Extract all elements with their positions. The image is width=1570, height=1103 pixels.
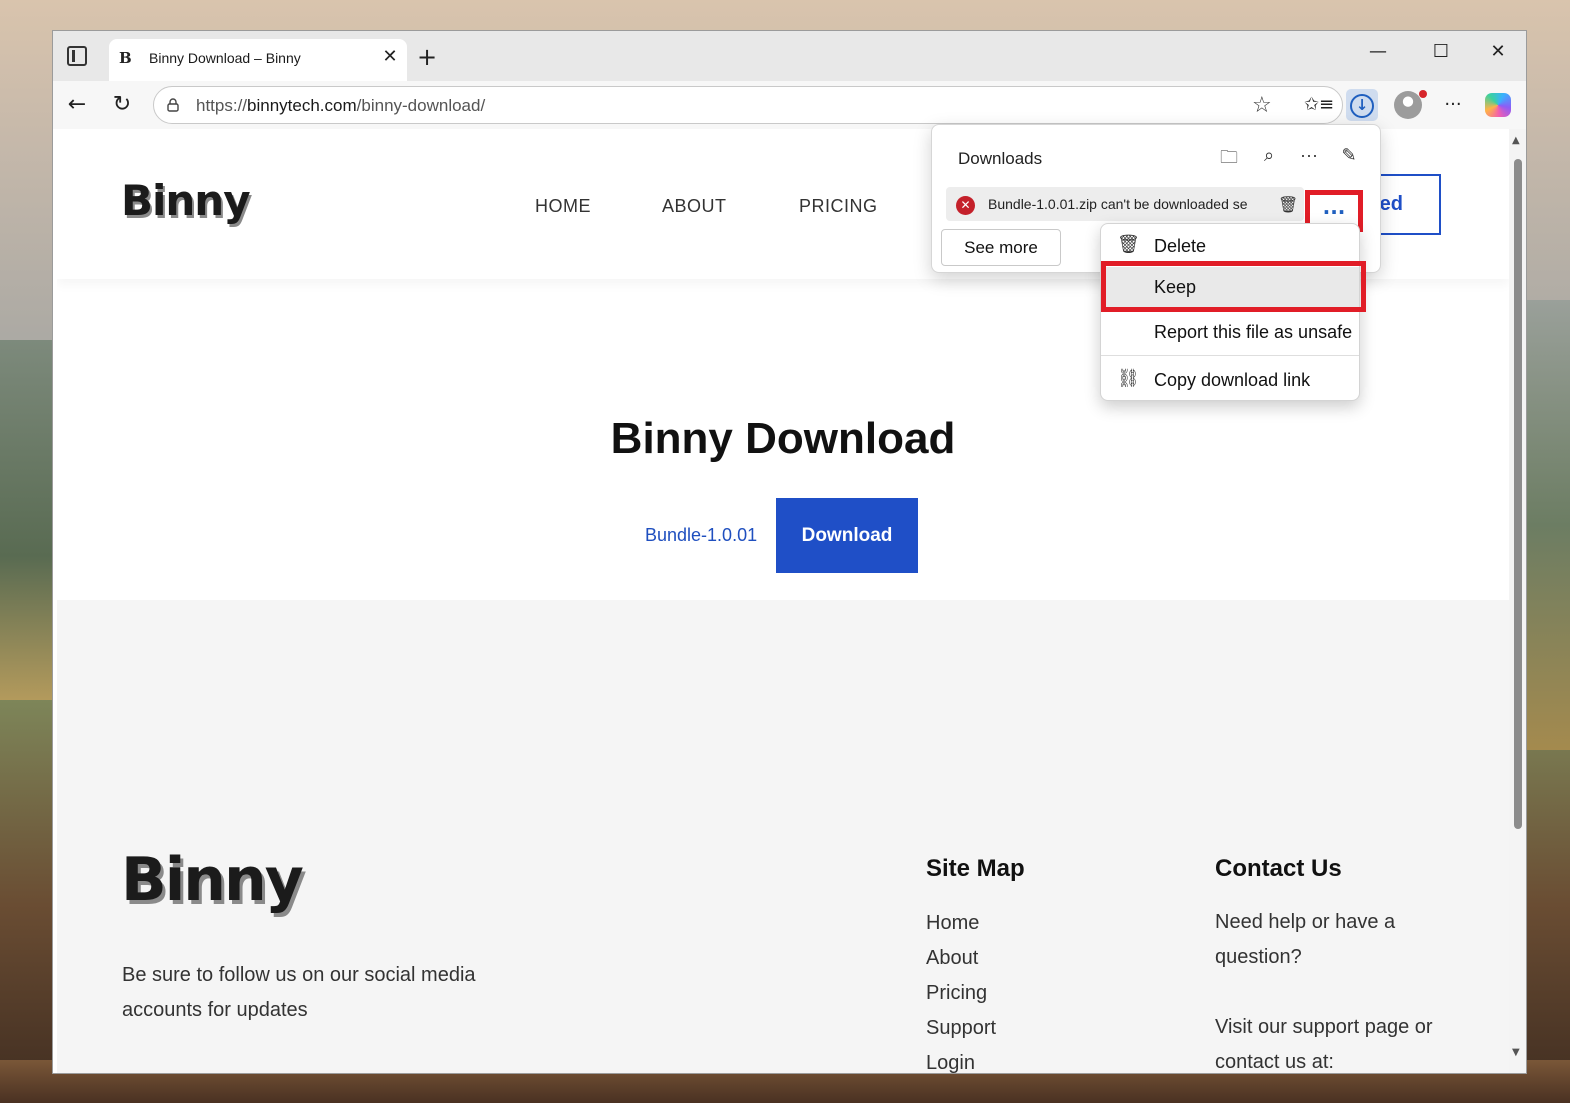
more-icon[interactable]: ··· xyxy=(1437,89,1469,121)
contact-heading: Contact Us xyxy=(1215,855,1342,882)
site-footer: Binny Be sure to follow us on our social… xyxy=(57,600,1509,1073)
footer-link-about[interactable]: About xyxy=(926,947,978,970)
bundle-link[interactable]: Bundle-1.0.01 xyxy=(645,525,757,546)
download-item-text: Bundle-1.0.01.zip can't be downloaded se xyxy=(988,196,1248,212)
footer-logo[interactable]: Binny xyxy=(121,845,304,915)
keep-highlight-box xyxy=(1101,261,1366,312)
tab-bar: B Binny Download – Binny ✕ + — ☐ ✕ xyxy=(53,31,1526,81)
scroll-down-icon[interactable]: ▼ xyxy=(1512,1047,1520,1058)
window-close-icon[interactable]: ✕ xyxy=(1483,41,1513,69)
site-map-heading: Site Map xyxy=(926,855,1025,882)
footer-link-support[interactable]: Support xyxy=(926,1017,996,1040)
downloads-panel-title: Downloads xyxy=(958,149,1043,168)
site-logo[interactable]: Binny xyxy=(121,176,251,225)
url-text: https://binnytech.com/binny-download/ xyxy=(196,96,486,115)
download-item[interactable]: ✕ Bundle-1.0.01.zip can't be downloaded … xyxy=(946,187,1304,221)
scrollbar-thumb[interactable] xyxy=(1514,159,1522,829)
address-bar[interactable]: https://binnytech.com/binny-download/ ☆ xyxy=(153,86,1343,124)
tab-title: Binny Download – Binny xyxy=(149,50,301,66)
panel-more-icon[interactable]: ··· xyxy=(1296,145,1322,171)
trash-icon: 🗑 xyxy=(1117,234,1140,254)
page-title: Binny Download xyxy=(610,414,956,463)
nav-pricing[interactable]: PRICING xyxy=(799,196,878,217)
error-icon: ✕ xyxy=(956,196,975,215)
search-icon[interactable]: ⌕ xyxy=(1256,145,1282,171)
footer-link-login[interactable]: Login xyxy=(926,1052,975,1073)
downloads-icon: ↓ xyxy=(1350,94,1374,118)
nav-home[interactable]: HOME xyxy=(535,196,591,217)
nav-about[interactable]: ABOUT xyxy=(662,196,727,217)
favicon-icon: B xyxy=(119,49,132,67)
new-tab-icon[interactable]: + xyxy=(417,43,437,71)
tab-binny-download[interactable]: B Binny Download – Binny ✕ xyxy=(109,39,407,81)
back-icon[interactable]: ← xyxy=(63,91,91,119)
desktop-wallpaper-right xyxy=(1526,300,1570,750)
favorite-star-icon[interactable]: ☆ xyxy=(1252,93,1272,118)
footer-link-pricing[interactable]: Pricing xyxy=(926,982,987,1005)
notification-dot xyxy=(1419,90,1427,98)
menu-item-copy-link[interactable]: ⛓ Copy download link xyxy=(1101,360,1359,400)
refresh-icon[interactable]: ↻ xyxy=(108,91,136,119)
lock-icon[interactable] xyxy=(166,98,180,112)
copilot-icon[interactable] xyxy=(1485,93,1511,117)
address-toolbar: ← ↻ https://binnytech.com/binny-download… xyxy=(53,81,1526,129)
contact-text-support: Visit our support page or contact us at: xyxy=(1215,1016,1433,1073)
trash-icon[interactable]: 🗑 xyxy=(1278,195,1298,215)
see-more-button[interactable]: See more xyxy=(941,229,1061,266)
footer-tagline: Be sure to follow us on our social media… xyxy=(122,964,476,1021)
maximize-icon[interactable]: ☐ xyxy=(1426,41,1456,69)
download-button[interactable]: Download xyxy=(776,498,918,573)
open-folder-icon[interactable]: 🗀 xyxy=(1216,145,1242,171)
link-icon: ⛓ xyxy=(1117,368,1140,388)
profile-icon[interactable] xyxy=(1394,91,1422,119)
menu-divider xyxy=(1101,355,1359,356)
page-scrollbar[interactable]: ▲ ▼ xyxy=(1509,129,1526,1073)
favorites-icon[interactable]: ✩≡ xyxy=(1303,89,1335,121)
pin-icon[interactable]: ✎ xyxy=(1336,145,1362,171)
download-context-menu: 🗑 Delete Keep Report this file as unsafe… xyxy=(1100,223,1360,401)
scroll-up-icon[interactable]: ▲ xyxy=(1512,135,1520,146)
menu-item-report-unsafe[interactable]: Report this file as unsafe xyxy=(1101,312,1359,352)
footer-link-home[interactable]: Home xyxy=(926,912,979,935)
contact-text-help: Need help or have a question? xyxy=(1215,911,1396,968)
sidebar-toggle-icon[interactable] xyxy=(67,46,87,66)
downloads-button[interactable]: ↓ xyxy=(1346,89,1378,121)
tab-close-icon[interactable]: ✕ xyxy=(379,46,401,67)
minimize-icon[interactable]: — xyxy=(1363,41,1393,69)
menu-item-delete[interactable]: 🗑 Delete xyxy=(1101,226,1359,266)
desktop-wallpaper-left xyxy=(0,340,60,700)
